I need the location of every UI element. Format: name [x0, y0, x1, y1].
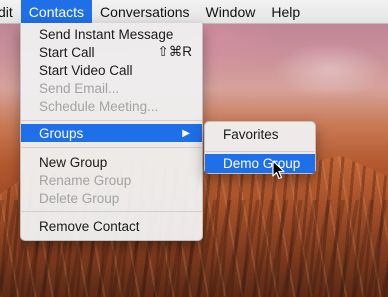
shortcut-label: ⇧⌘R — [157, 44, 192, 59]
menu-item-start-call[interactable]: Start Call ⇧⌘R — [21, 43, 202, 61]
menu-window[interactable]: Window — [198, 0, 264, 23]
groups-submenu: Favorites Demo Group — [204, 121, 316, 174]
submenu-item-favorites[interactable]: Favorites — [205, 125, 315, 144]
menu-item-label: Delete Group — [39, 190, 120, 206]
submenu-item-label: Demo Group — [223, 156, 301, 171]
menu-separator — [21, 211, 202, 212]
arrow-pointer-icon — [272, 160, 285, 180]
menu-separator — [21, 120, 202, 121]
menu-item-new-group[interactable]: New Group — [21, 153, 202, 171]
menu-bar: dit Contacts Conversations Window Help — [0, 0, 388, 24]
submenu-item-demo-group[interactable]: Demo Group — [205, 154, 315, 173]
menu-item-send-email: Send Email... — [21, 79, 202, 97]
menu-item-label: Groups — [39, 125, 84, 141]
menu-item-label: Start Call — [39, 44, 95, 60]
menu-item-label: Rename Group — [39, 172, 132, 188]
menu-item-label: Send Instant Message — [39, 26, 174, 42]
menu-contacts[interactable]: Contacts — [20, 0, 93, 23]
menu-item-delete-group: Delete Group — [21, 189, 202, 207]
triangle-right-icon: ▶ — [182, 127, 190, 139]
menu-conversations[interactable]: Conversations — [92, 0, 198, 23]
contacts-dropdown-menu: Send Instant Message Start Call ⇧⌘R Star… — [20, 23, 203, 241]
submenu-separator — [205, 151, 315, 152]
menu-item-label: Schedule Meeting... — [39, 98, 159, 114]
menu-item-start-video-call[interactable]: Start Video Call — [21, 61, 202, 79]
menu-item-remove-contact[interactable]: Remove Contact — [21, 217, 202, 235]
menu-item-schedule-meeting: Schedule Meeting... — [21, 97, 202, 115]
menu-item-label: Send Email... — [39, 80, 120, 96]
menu-item-groups[interactable]: Groups ▶ — [21, 124, 202, 142]
menu-item-label: Start Video Call — [39, 62, 133, 78]
menu-edit[interactable]: dit — [0, 0, 21, 23]
menu-item-label: New Group — [39, 154, 108, 170]
submenu-item-label: Favorites — [223, 127, 279, 142]
menu-item-rename-group: Rename Group — [21, 171, 202, 189]
menu-item-label: Remove Contact — [39, 218, 140, 234]
menu-help[interactable]: Help — [263, 0, 308, 23]
menu-item-send-instant-message[interactable]: Send Instant Message — [21, 25, 202, 43]
menu-separator — [21, 147, 202, 148]
